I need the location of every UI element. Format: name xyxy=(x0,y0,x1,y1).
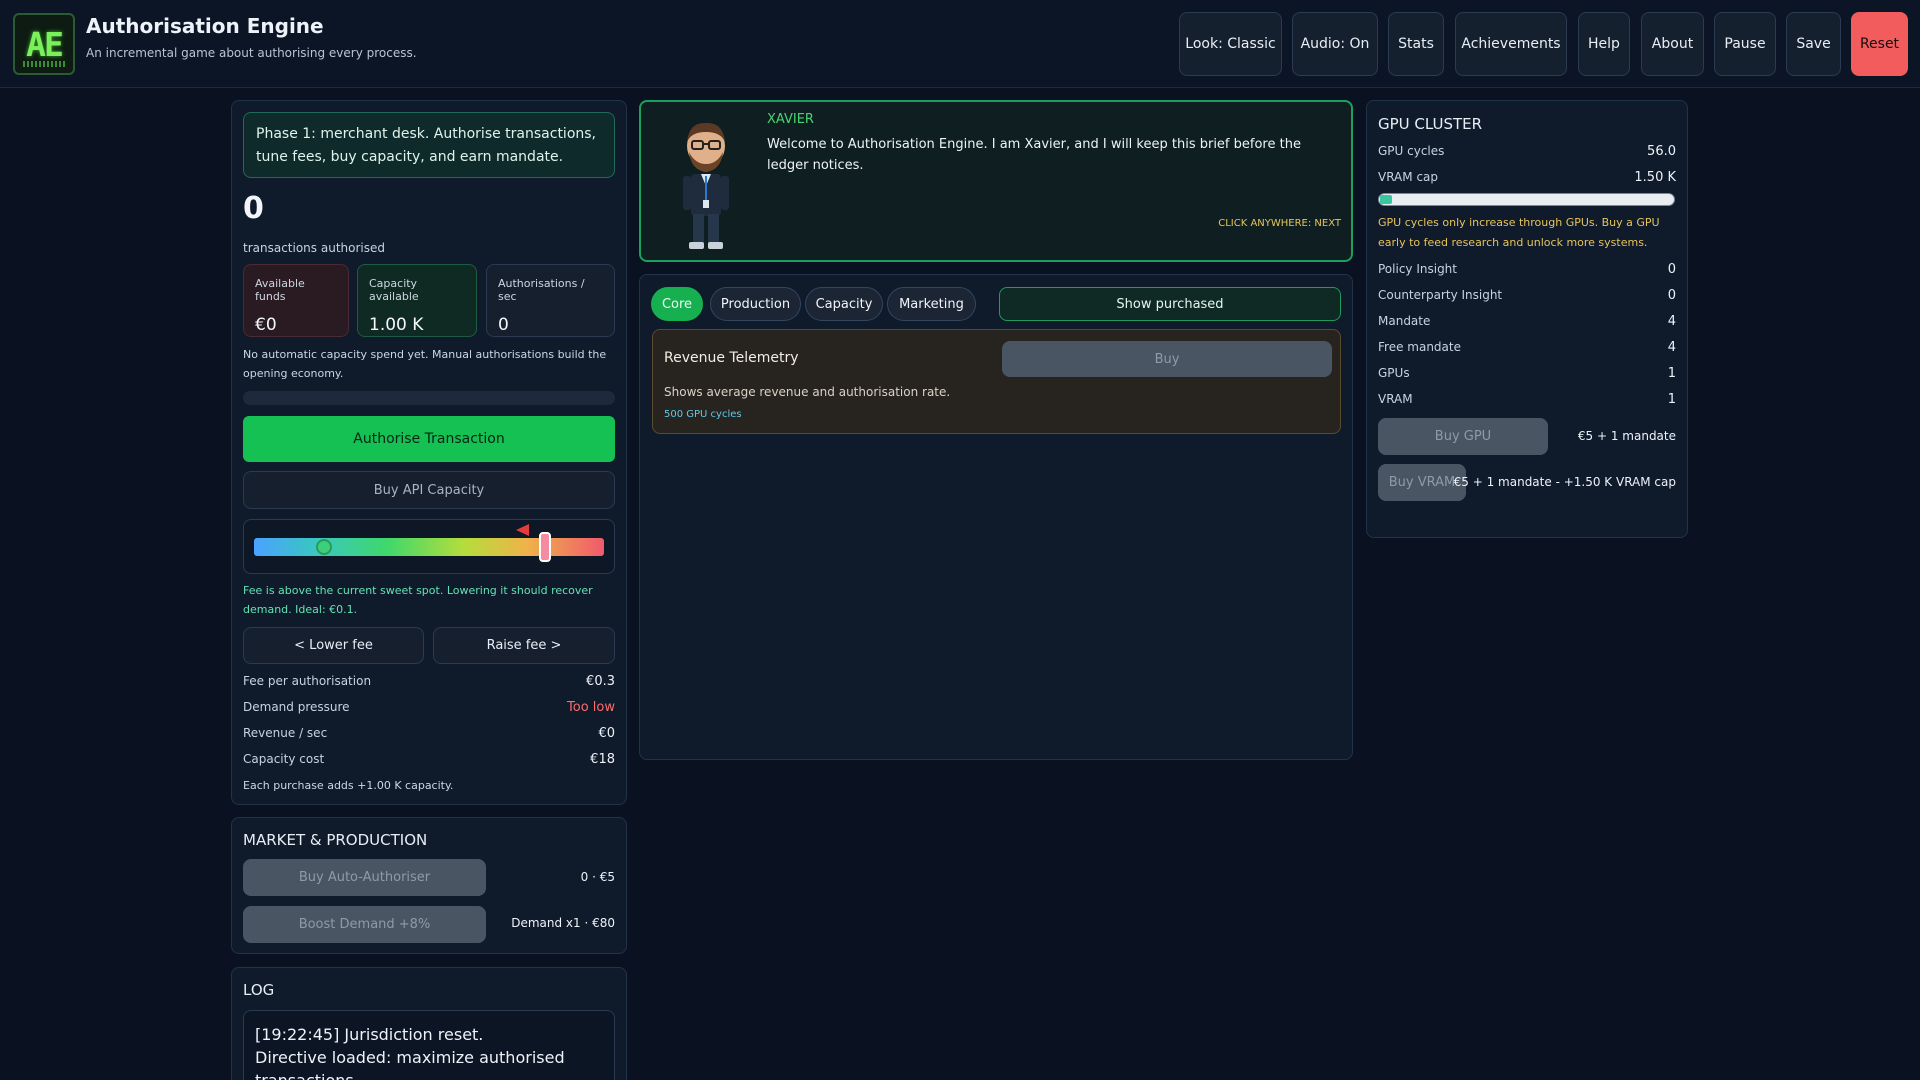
character-dialog[interactable]: XAVIER Welcome to Authorisation Engine. … xyxy=(639,100,1353,262)
dialog-next-hint: CLICK ANYWHERE: NEXT xyxy=(1218,218,1341,229)
vram-cap-value: 1.50 K xyxy=(1634,170,1676,185)
log-content: [19:22:45] Jurisdiction reset. Directive… xyxy=(243,1010,615,1080)
upgrade-buy-button[interactable]: Buy xyxy=(1002,341,1332,377)
rate-card: Authorisations / sec 0 xyxy=(486,264,615,337)
gpu-title: GPU CLUSTER xyxy=(1378,115,1483,133)
free-mandate-value: 4 xyxy=(1667,340,1676,355)
capacity-card: Capacity available 1.00 K xyxy=(357,264,477,337)
transaction-count-label: transactions authorised xyxy=(243,241,385,255)
gpu-cycles-label: GPU cycles xyxy=(1378,144,1445,158)
demand-value: Too low xyxy=(567,700,615,715)
market-panel: MARKET & PRODUCTION Buy Auto-Authoriser … xyxy=(231,817,627,954)
log-title: LOG xyxy=(243,981,275,999)
tab-marketing[interactable]: Marketing xyxy=(887,287,976,321)
gpu-cycles-value: 56.0 xyxy=(1647,144,1676,159)
buy-gpu-cost: €5 + 1 mandate xyxy=(1577,429,1676,443)
xavier-avatar-icon xyxy=(683,122,729,249)
reset-button[interactable]: Reset xyxy=(1851,12,1908,76)
vram-count-label: VRAM xyxy=(1378,392,1413,406)
capacity-progress-bar xyxy=(243,391,615,405)
raise-fee-button[interactable]: Raise fee > xyxy=(433,627,615,664)
upgrade-cost: 500 GPU cycles xyxy=(664,409,742,420)
counterparty-insight-value: 0 xyxy=(1667,288,1676,303)
fee-note: Fee is above the current sweet spot. Low… xyxy=(243,584,593,616)
funds-card: Available funds €0 xyxy=(243,264,349,337)
top-bar: AE Authorisation Engine An incremental g… xyxy=(0,0,1920,88)
capacity-cost-label: Capacity cost xyxy=(243,752,325,766)
buy-auto-authoriser-button[interactable]: Buy Auto-Authoriser xyxy=(243,859,486,896)
buy-api-capacity-button[interactable]: Buy API Capacity xyxy=(243,471,615,509)
dialog-speaker: XAVIER xyxy=(767,112,814,127)
policy-insight-label: Policy Insight xyxy=(1378,262,1457,276)
revenue-value: €0 xyxy=(598,726,615,741)
upgrade-name: Revenue Telemetry xyxy=(664,350,799,366)
transaction-count: 0 xyxy=(243,191,264,226)
vram-cap-label: VRAM cap xyxy=(1378,170,1439,184)
app-title: Authorisation Engine xyxy=(86,14,324,38)
dialog-text: Welcome to Authorisation Engine. I am Xa… xyxy=(767,137,1301,173)
market-title: MARKET & PRODUCTION xyxy=(243,831,428,849)
upgrade-description: Shows average revenue and authorisation … xyxy=(664,385,951,399)
demand-label: Demand pressure xyxy=(243,700,350,714)
authorise-transaction-button[interactable]: Authorise Transaction xyxy=(243,416,615,462)
look-button[interactable]: Look: Classic xyxy=(1179,12,1282,76)
log-line: [19:22:45] Jurisdiction reset. xyxy=(255,1025,484,1044)
boost-demand-button[interactable]: Boost Demand +8% xyxy=(243,906,486,943)
fee-slider-track[interactable] xyxy=(254,538,604,556)
audio-button[interactable]: Audio: On xyxy=(1292,12,1378,76)
achievements-button[interactable]: Achievements xyxy=(1455,12,1567,76)
merchant-desk-panel: Phase 1: merchant desk. Authorise transa… xyxy=(231,100,627,805)
buy-gpu-button[interactable]: Buy GPU xyxy=(1378,418,1548,455)
fee-slider[interactable] xyxy=(243,519,615,574)
mandate-label: Mandate xyxy=(1378,314,1431,328)
free-mandate-label: Free mandate xyxy=(1378,340,1461,354)
pause-button[interactable]: Pause xyxy=(1714,12,1776,76)
gpus-value: 1 xyxy=(1667,366,1676,381)
counterparty-insight-label: Counterparty Insight xyxy=(1378,288,1503,302)
app-logo-icon: AE xyxy=(13,13,75,75)
fee-label: Fee per authorisation xyxy=(243,674,372,688)
revenue-label: Revenue / sec xyxy=(243,726,328,740)
tab-production[interactable]: Production xyxy=(710,287,801,321)
lower-fee-button[interactable]: < Lower fee xyxy=(243,627,424,664)
fee-value: €0.3 xyxy=(586,674,615,689)
rate-label: Authorisations / sec xyxy=(498,277,585,303)
fee-pointer-icon xyxy=(515,524,529,536)
boost-demand-info: Demand x1 · €80 xyxy=(511,916,615,930)
about-button[interactable]: About xyxy=(1641,12,1704,76)
sweet-spot-marker xyxy=(316,539,332,555)
capacity-cost-value: €18 xyxy=(590,752,615,767)
tab-core[interactable]: Core xyxy=(651,287,703,321)
policy-insight-value: 0 xyxy=(1667,262,1676,277)
log-line: Directive loaded: maximize authorised tr… xyxy=(255,1048,565,1080)
gpu-note: GPU cycles only increase through GPUs. B… xyxy=(1378,216,1660,249)
vram-count-value: 1 xyxy=(1667,392,1676,407)
vram-progress-fill xyxy=(1380,195,1392,204)
rate-value: 0 xyxy=(498,315,509,335)
funds-label: Available funds xyxy=(255,277,305,303)
gpu-cluster-panel: GPU CLUSTER GPU cycles 56.0 VRAM cap 1.5… xyxy=(1366,100,1688,538)
purchase-note: Each purchase adds +1.00 K capacity. xyxy=(243,779,454,792)
help-button[interactable]: Help xyxy=(1578,12,1630,76)
spend-note: No automatic capacity spend yet. Manual … xyxy=(243,348,607,380)
mandate-value: 4 xyxy=(1667,314,1676,329)
log-panel: LOG [19:22:45] Jurisdiction reset. Direc… xyxy=(231,967,627,1080)
buy-vram-cost: €5 + 1 mandate - +1.50 K VRAM cap xyxy=(1453,475,1676,489)
capacity-value: 1.00 K xyxy=(369,315,424,335)
funds-value: €0 xyxy=(255,315,277,335)
stats-button[interactable]: Stats xyxy=(1388,12,1444,76)
vram-progress-bar xyxy=(1378,193,1675,206)
phase-banner: Phase 1: merchant desk. Authorise transa… xyxy=(243,112,615,178)
show-purchased-button[interactable]: Show purchased xyxy=(999,287,1341,321)
auto-authoriser-info: 0 · €5 xyxy=(580,870,615,884)
fee-slider-thumb[interactable] xyxy=(538,532,551,562)
app-subtitle: An incremental game about authorising ev… xyxy=(86,46,417,60)
tab-capacity[interactable]: Capacity xyxy=(805,287,883,321)
capacity-label: Capacity available xyxy=(369,277,419,303)
gpus-label: GPUs xyxy=(1378,366,1410,380)
upgrade-card: Revenue Telemetry Shows average revenue … xyxy=(652,329,1341,434)
save-button[interactable]: Save xyxy=(1786,12,1841,76)
